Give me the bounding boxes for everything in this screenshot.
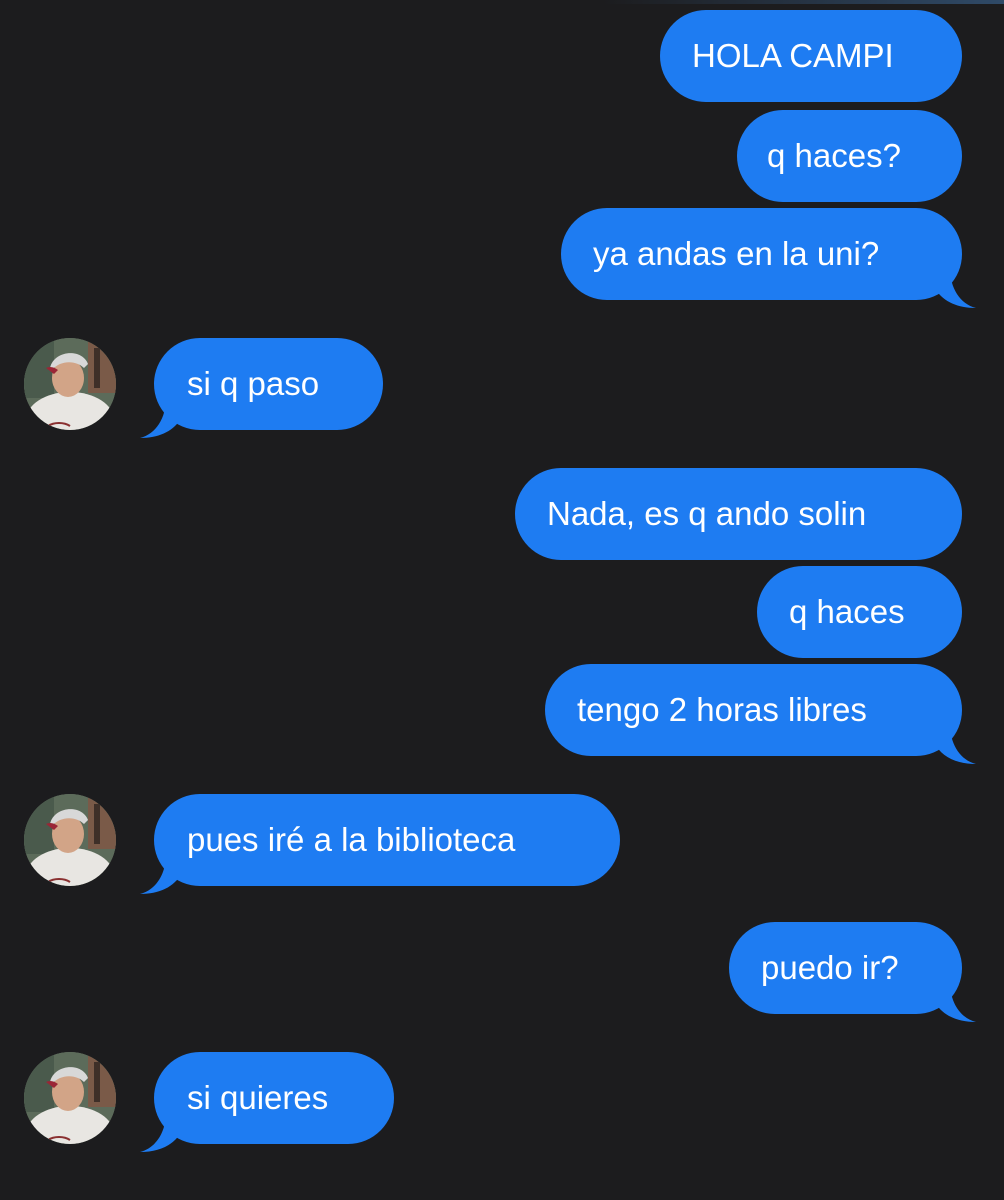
message-text: ya andas en la uni?	[593, 235, 880, 272]
conversation-view: HOLA CAMPI q haces? ya andas en la uni? …	[0, 0, 1004, 1200]
message-text: Nada, es q ando solin	[547, 495, 867, 532]
message-text: q haces?	[767, 137, 901, 174]
contact-photo-icon	[24, 794, 116, 886]
bubble-tail-icon	[140, 1112, 180, 1152]
message-bubble-sent[interactable]: puedo ir?	[729, 922, 976, 1022]
contact-photo-icon	[24, 1052, 116, 1144]
message-bubble-sent[interactable]: tengo 2 horas libres	[545, 664, 976, 764]
contact-photo-icon	[24, 338, 116, 430]
message-bubble-sent[interactable]: ya andas en la uni?	[561, 208, 976, 308]
bubble-tail-icon	[140, 854, 180, 894]
contact-avatar[interactable]	[24, 1052, 116, 1144]
message-text: puedo ir?	[761, 949, 899, 986]
message-text: q haces	[789, 593, 905, 630]
message-bubble-received[interactable]: si quieres	[140, 1052, 394, 1152]
contact-avatar[interactable]	[24, 338, 116, 430]
message-text: si q paso	[187, 365, 320, 402]
message-bubble-received[interactable]: si q paso	[140, 338, 383, 438]
top-edge-divider	[0, 0, 1004, 4]
message-bubble-sent[interactable]: Nada, es q ando solin	[515, 468, 962, 560]
message-bubble-sent[interactable]: q haces?	[737, 110, 962, 202]
bubble-tail-icon	[140, 398, 180, 438]
message-text: si quieres	[187, 1079, 329, 1116]
message-text: HOLA CAMPI	[692, 37, 894, 74]
bubble-tail-icon	[936, 724, 976, 764]
message-text: tengo 2 horas libres	[577, 691, 867, 728]
contact-avatar[interactable]	[24, 794, 116, 886]
bubble-tail-icon	[936, 982, 976, 1022]
message-text: pues iré a la biblioteca	[187, 821, 516, 858]
message-bubble-sent[interactable]: q haces	[757, 566, 962, 658]
bubble-tail-icon	[936, 268, 976, 308]
message-bubble-sent[interactable]: HOLA CAMPI	[660, 10, 962, 102]
message-bubble-received[interactable]: pues iré a la biblioteca	[140, 794, 620, 894]
